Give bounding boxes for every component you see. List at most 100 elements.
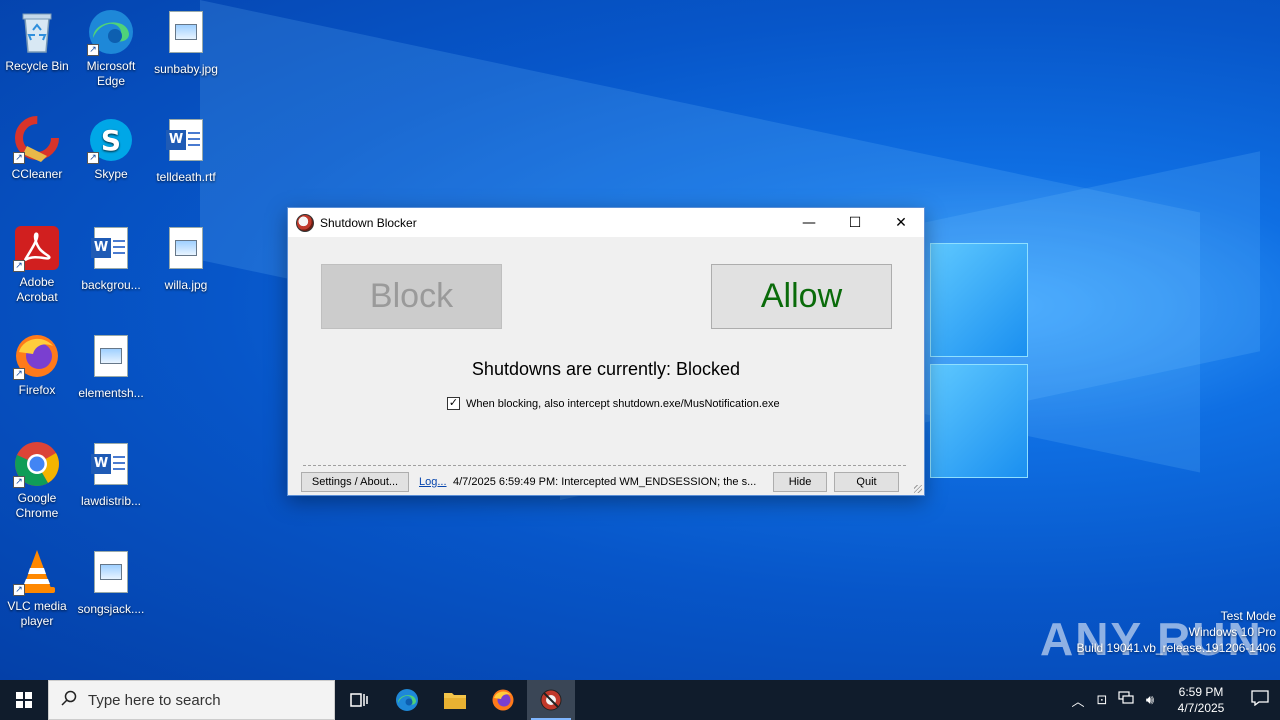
volume-icon[interactable]: 🔊︎: [1138, 693, 1162, 708]
image-file-icon: [162, 227, 210, 275]
desktop-icon-image-file[interactable]: songsjack....: [74, 548, 148, 617]
clock-date: 4/7/2025: [1177, 701, 1225, 715]
watermark-line: Test Mode: [1220, 609, 1276, 623]
firefox-icon: ↗: [13, 332, 61, 380]
shutdown-blocker-window: Shutdown Blocker — ☐ ✕ Block Allow Shutd…: [287, 207, 925, 496]
hide-button[interactable]: Hide: [773, 472, 827, 492]
intercept-checkbox-label: When blocking, also intercept shutdown.e…: [466, 397, 780, 410]
window-title: Shutdown Blocker: [320, 215, 417, 230]
icon-label: Firefox: [18, 383, 56, 397]
separator: [303, 465, 906, 466]
windows-watermark: Test Mode Windows 10 Pro Build 19041.vb_…: [1077, 608, 1277, 656]
ccleaner-icon: ↗: [13, 116, 61, 164]
desktop-icon-vlc[interactable]: ↗ VLC media player: [0, 548, 74, 629]
image-file-icon: [87, 551, 135, 599]
maximize-button[interactable]: ☐: [832, 208, 878, 237]
icon-label: Microsoft Edge: [86, 59, 136, 88]
start-button[interactable]: [0, 680, 48, 720]
settings-about-button[interactable]: Settings / About...: [301, 472, 409, 492]
status-text: Shutdowns are currently: Blocked: [471, 359, 741, 379]
search-placeholder: Type here to search: [88, 691, 221, 709]
desktop-icon-word-doc[interactable]: W backgrou...: [74, 224, 148, 293]
shortcut-arrow-icon: ↗: [13, 476, 25, 488]
shortcut-arrow-icon: ↗: [87, 152, 99, 164]
icon-label: Adobe Acrobat: [16, 275, 58, 304]
icon-label: backgrou...: [81, 278, 141, 292]
logo-pane: [930, 364, 1028, 478]
edge-icon: [396, 689, 418, 711]
intercept-checkbox[interactable]: ✓: [447, 397, 460, 410]
resize-grip[interactable]: [914, 485, 922, 493]
close-button[interactable]: ✕: [878, 208, 924, 237]
svg-text:S: S: [101, 124, 121, 157]
desktop-icon-image-file[interactable]: willa.jpg: [149, 224, 223, 293]
desktop-icon-skype[interactable]: S ↗ Skype: [74, 116, 148, 182]
device-icon[interactable]: ⊡: [1090, 693, 1114, 708]
acrobat-icon: ↗: [13, 224, 61, 272]
quit-button[interactable]: Quit: [834, 472, 899, 492]
shortcut-arrow-icon: ↗: [13, 584, 25, 596]
logo-pane: [930, 243, 1028, 357]
icon-label: sunbaby.jpg: [154, 62, 218, 76]
search-icon: [61, 690, 79, 710]
shortcut-arrow-icon: ↗: [13, 152, 25, 164]
task-view-icon: [350, 693, 368, 707]
taskbar-clock[interactable]: 6:59 PM 4/7/2025: [1162, 684, 1240, 716]
word-document-icon: W: [162, 119, 210, 167]
icon-label: Recycle Bin: [5, 59, 69, 73]
watermark-line: Windows 10 Pro: [1188, 625, 1276, 639]
desktop-icon-image-file[interactable]: sunbaby.jpg: [149, 8, 223, 77]
desktop-icon-image-file[interactable]: elementsh...: [74, 332, 148, 401]
word-document-icon: W: [87, 443, 135, 491]
taskbar-edge[interactable]: [383, 680, 431, 720]
window-client: Block Allow Shutdowns are currently: Blo…: [288, 237, 924, 495]
icon-label: Skype: [94, 167, 128, 181]
windows-logo: [930, 243, 1030, 480]
desktop-icon-word-doc[interactable]: W telldeath.rtf: [149, 116, 223, 185]
desktop-icon-firefox[interactable]: ↗ Firefox: [0, 332, 74, 398]
edge-icon: ↗: [87, 8, 135, 56]
chevron-up-icon[interactable]: ︿: [1066, 691, 1090, 710]
icon-label: telldeath.rtf: [156, 170, 216, 184]
icon-label: VLC media player: [7, 599, 67, 628]
recycle-bin-icon: [13, 8, 61, 56]
taskbar-firefox[interactable]: [479, 680, 527, 720]
notification-icon[interactable]: [1240, 690, 1280, 710]
watermark-line: Build 19041.vb_release.191206-1406: [1076, 641, 1277, 655]
firefox-icon: [492, 689, 514, 711]
taskbar-shutdown-blocker[interactable]: [527, 680, 575, 720]
desktop-icon-adobe-acrobat[interactable]: ↗ Adobe Acrobat: [0, 224, 74, 305]
windows-start-icon: [16, 692, 32, 708]
desktop-icon-google-chrome[interactable]: ↗ Google Chrome: [0, 440, 74, 521]
shortcut-arrow-icon: ↗: [87, 44, 99, 56]
taskbar-search-box[interactable]: Type here to search: [48, 680, 335, 720]
shortcut-arrow-icon: ↗: [13, 368, 25, 380]
word-document-icon: W: [87, 227, 135, 275]
taskbar: Type here to search ︿ ⊡ 🔊︎ 6:59 PM 4/7/2…: [0, 680, 1280, 720]
log-link[interactable]: Log...: [419, 476, 447, 488]
desktop-icon-microsoft-edge[interactable]: ↗ Microsoft Edge: [74, 8, 148, 89]
allow-button[interactable]: Allow: [711, 264, 892, 329]
image-file-icon: [162, 11, 210, 59]
task-view-button[interactable]: [335, 680, 383, 720]
chrome-icon: ↗: [13, 440, 61, 488]
taskbar-file-explorer[interactable]: [431, 680, 479, 720]
intercept-checkbox-row[interactable]: ✓ When blocking, also intercept shutdown…: [447, 397, 780, 410]
title-bar[interactable]: Shutdown Blocker — ☐ ✕: [288, 208, 924, 237]
desktop-icon-ccleaner[interactable]: ↗ CCleaner: [0, 116, 74, 182]
shutdown-blocker-icon: [540, 689, 562, 711]
desktop-icon-word-doc[interactable]: W lawdistrib...: [74, 440, 148, 509]
network-icon[interactable]: [1114, 691, 1138, 709]
desktop-icon-recycle-bin[interactable]: Recycle Bin: [0, 8, 74, 74]
icon-label: songsjack....: [77, 602, 145, 616]
image-file-icon: [87, 335, 135, 383]
icon-label: willa.jpg: [164, 278, 208, 292]
log-message: 4/7/2025 6:59:49 PM: Intercepted WM_ENDS…: [453, 476, 757, 488]
vlc-cone-icon: ↗: [13, 548, 61, 596]
shortcut-arrow-icon: ↗: [13, 260, 25, 272]
icon-label: CCleaner: [11, 167, 63, 181]
app-icon: [296, 213, 314, 232]
icon-label: elementsh...: [78, 386, 144, 400]
block-button[interactable]: Block: [321, 264, 502, 329]
minimize-button[interactable]: —: [786, 208, 832, 237]
